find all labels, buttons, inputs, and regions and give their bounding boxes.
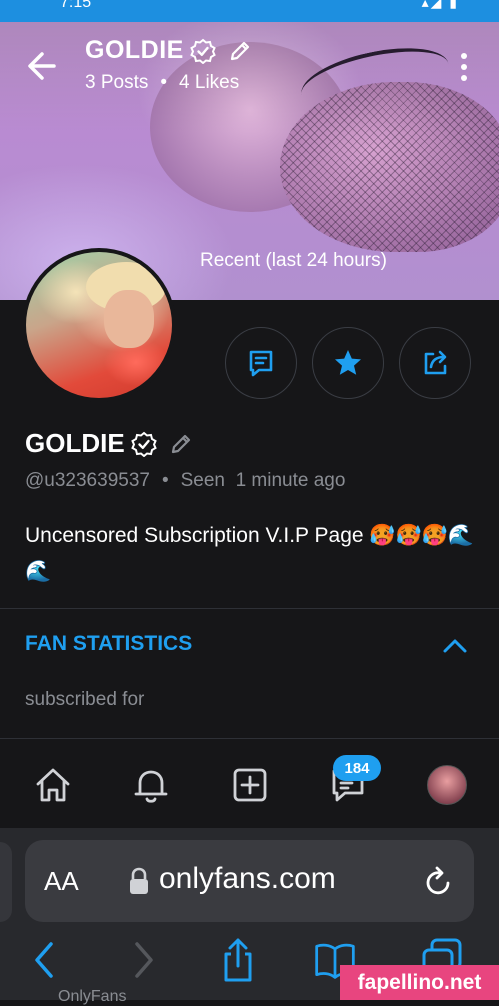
home-icon [36,768,70,802]
share-icon [224,938,252,982]
favorite-button[interactable] [312,327,384,399]
message-button[interactable] [225,327,297,399]
more-vertical-icon [461,53,467,81]
profile-name: GOLDIE [25,428,193,459]
lock-icon [128,866,150,896]
divider [0,738,499,739]
arrow-left-icon [28,52,56,80]
reload-icon [426,866,450,895]
text-size-button[interactable]: AA [44,866,79,897]
star-icon [335,350,361,375]
tab-title-peek: OnlyFans [58,988,127,1005]
nav-notifications[interactable] [129,763,173,807]
more-options-button[interactable] [452,50,476,84]
username-handle: @u323639537 [25,470,150,491]
posts-count: 3 Posts [85,72,149,93]
message-icon [249,350,273,377]
browser-back-button[interactable] [22,936,66,984]
handle-line: @u323639537 • Seen 1 minute ago [25,470,346,491]
status-icons: ▴◢ ▮ [421,0,459,10]
browser-share-button[interactable] [216,936,260,984]
last-seen-time: 1 minute ago [235,470,346,491]
share-button[interactable] [399,327,471,399]
fan-statistics-title[interactable]: FAN STATISTICS [25,632,192,656]
status-time: 7:15 [60,0,92,11]
nav-home[interactable] [31,763,75,807]
chevron-left-icon [35,942,53,978]
header-stats: 3 Posts • 4 Likes [85,72,240,93]
watermark: fapellino.net [340,965,499,1000]
bell-icon [134,770,168,803]
divider [0,608,499,609]
messages-count-badge: 184 [333,755,381,781]
add-square-icon [233,768,267,802]
pencil-icon[interactable] [169,432,193,456]
header-title: GOLDIE [85,36,252,65]
pencil-icon[interactable] [228,39,252,63]
previous-tab-card[interactable] [0,842,12,922]
verified-badge-icon [130,431,157,457]
back-button[interactable] [26,46,58,86]
share-icon [424,350,447,375]
avatar[interactable] [26,252,172,398]
last-seen-label: Seen [180,470,225,491]
verified-badge-icon [190,38,216,64]
browser-forward-button[interactable] [122,936,166,984]
subscribed-for-label: subscribed for [25,689,145,710]
url-text[interactable]: onlyfans.com [159,862,336,896]
reload-button[interactable] [422,866,454,898]
header-bar: GOLDIE 3 Posts • 4 Likes [0,22,499,112]
status-bar: 7:15 ▴◢ ▮ [0,0,499,22]
chevron-up-icon [443,639,467,653]
recent-label: Recent (last 24 hours) [200,250,387,271]
profile-name-text: GOLDIE [25,428,125,458]
nav-profile-avatar[interactable] [427,765,467,805]
likes-count: 4 Likes [179,72,240,93]
collapse-button[interactable] [441,636,469,656]
header-name: GOLDIE [85,36,184,64]
profile-bio: Uncensored Subscription V.I.P Page 🥵🥵🥵🌊🌊 [25,524,474,583]
nav-add-post[interactable] [228,763,272,807]
chevron-right-icon [135,942,153,978]
